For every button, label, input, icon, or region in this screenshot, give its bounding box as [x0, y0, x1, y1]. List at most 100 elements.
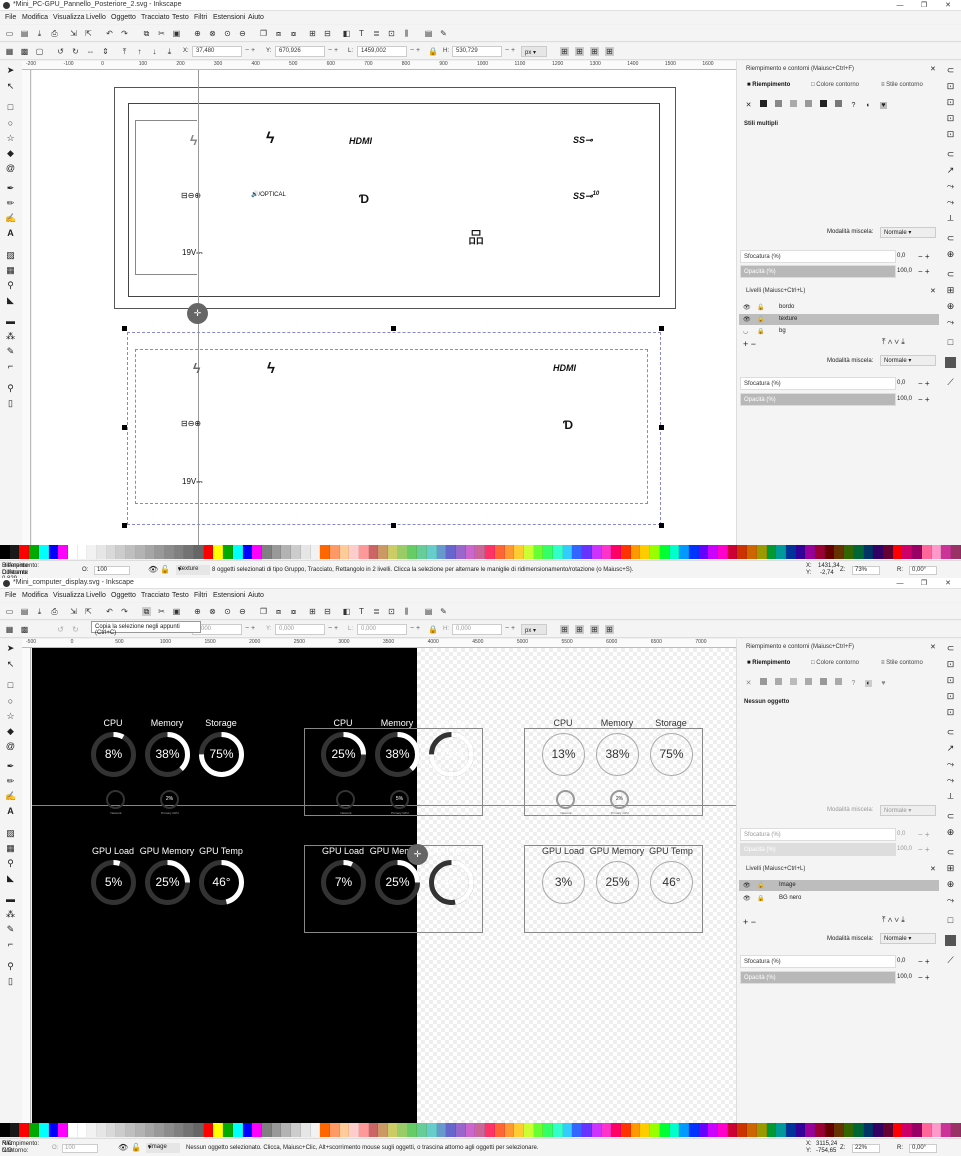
swatch-icon[interactable]	[835, 678, 842, 685]
color-swatch[interactable]	[291, 1123, 301, 1137]
close-panel-icon[interactable]: ✕	[930, 65, 936, 73]
color-swatch[interactable]	[572, 545, 583, 559]
color-swatch[interactable]	[844, 1123, 854, 1137]
snap-guides-icon[interactable]: ⟋	[945, 377, 956, 388]
open-icon[interactable]: ▤	[20, 29, 29, 38]
color-swatch[interactable]	[834, 1123, 845, 1137]
radial-gradient-icon[interactable]	[790, 100, 797, 107]
color-swatch[interactable]	[397, 1123, 408, 1137]
color-swatch[interactable]	[388, 1123, 398, 1137]
layer-order-buttons[interactable]: ⤒ ∧ ∨ ⤓	[882, 337, 905, 347]
color-swatch[interactable]	[630, 545, 641, 559]
height-field[interactable]: 0,000	[452, 624, 502, 635]
color-swatch[interactable]	[126, 545, 136, 559]
color-swatch[interactable]	[9, 1123, 20, 1137]
mini-gauge[interactable]: 5%	[390, 790, 409, 809]
color-swatch[interactable]	[737, 1123, 748, 1137]
color-swatch[interactable]	[378, 545, 389, 559]
menu-path[interactable]: Tracciato	[141, 592, 170, 599]
import-icon[interactable]: ⇲	[69, 607, 78, 616]
y-field[interactable]: 0,000	[275, 624, 325, 635]
measure-tool-icon[interactable]: ▯	[5, 398, 16, 409]
lock-proportion-icon[interactable]: 🔒	[428, 47, 438, 56]
layer-opacity-value[interactable]: 100,0	[897, 974, 912, 980]
gauge[interactable]: 46°	[647, 858, 696, 907]
color-swatch[interactable]	[621, 545, 631, 559]
gauge[interactable]: 13%	[539, 730, 588, 779]
color-swatch[interactable]	[650, 1123, 660, 1137]
selector-tool-icon[interactable]: ➤	[5, 65, 16, 76]
zoom-field[interactable]: 22%	[852, 1144, 880, 1153]
resize-handle[interactable]	[122, 425, 127, 430]
layer-opacity-stepper[interactable]: − +	[918, 973, 930, 982]
color-swatch[interactable]	[543, 545, 554, 559]
color-swatch[interactable]	[912, 1123, 922, 1137]
color-swatch[interactable]	[252, 1123, 262, 1137]
color-swatch[interactable]	[679, 545, 689, 559]
export-icon[interactable]: ⇱	[84, 607, 93, 616]
layer-row[interactable]: 👁 🔓 bordo	[739, 302, 939, 313]
color-swatch[interactable]	[795, 545, 806, 559]
layer-order-buttons[interactable]: ⤒ ∧ ∨ ⤓	[882, 915, 905, 925]
color-swatch[interactable]	[475, 1123, 486, 1137]
mesh-gradient-icon[interactable]	[805, 100, 812, 107]
snap-page-icon[interactable]: ⊞	[945, 863, 956, 874]
resize-handle[interactable]	[659, 523, 664, 528]
clone-icon[interactable]: ⧈	[274, 29, 283, 38]
color-swatch[interactable]	[223, 545, 233, 559]
color-swatch[interactable]	[446, 1123, 457, 1137]
x-field[interactable]: 37,480	[192, 46, 242, 57]
color-swatch[interactable]	[553, 1123, 563, 1137]
close-button[interactable]: ✕	[937, 0, 959, 11]
snap-cusp-icon[interactable]: ⤳	[945, 759, 956, 770]
layer-row-selected[interactable]: 👁 🔓 Image	[739, 880, 939, 891]
close-button[interactable]: ✕	[937, 578, 959, 589]
color-swatch[interactable]	[9, 545, 20, 559]
opacity-stepper[interactable]: − +	[918, 267, 930, 276]
align-icon[interactable]: ⫼	[402, 607, 411, 616]
bucket-tool-icon[interactable]: ◣	[5, 873, 16, 884]
snap-guide-icon[interactable]: ⤳	[945, 317, 956, 328]
color-swatch[interactable]	[494, 1123, 505, 1137]
transform-gradients-icon[interactable]: ⊞	[590, 47, 599, 56]
zoom-field[interactable]: 73%	[852, 566, 880, 575]
tab-stroke-style[interactable]: ≡ Stile contorno	[881, 660, 923, 666]
blur-value[interactable]: 0,0	[897, 253, 905, 259]
text-font-icon[interactable]: T	[357, 29, 366, 38]
snap-toggle-icon[interactable]: ⊂	[945, 65, 956, 76]
color-swatch[interactable]	[873, 545, 883, 559]
menu-path[interactable]: Tracciato	[141, 14, 170, 21]
color-swatch[interactable]	[562, 1123, 573, 1137]
color-swatch[interactable]	[805, 1123, 816, 1137]
color-swatch[interactable]	[776, 1123, 786, 1137]
undo-icon[interactable]: ↶	[105, 607, 114, 616]
color-swatch[interactable]	[145, 1123, 156, 1137]
color-swatch[interactable]	[485, 1123, 495, 1137]
mini-gauge[interactable]: 2%	[610, 790, 629, 809]
add-remove-layer-buttons[interactable]: + −	[743, 339, 756, 349]
color-swatch[interactable]	[97, 1123, 107, 1137]
gauge[interactable]: 47°	[427, 858, 476, 907]
gauge[interactable]: 25%	[143, 858, 192, 907]
xml-editor-icon[interactable]: ⊡	[387, 607, 396, 616]
color-swatch[interactable]	[77, 1123, 88, 1137]
opacity-stepper[interactable]: − +	[918, 845, 930, 854]
menu-layer[interactable]: Livello	[86, 14, 106, 21]
swatch-icon[interactable]	[835, 100, 842, 107]
color-swatch[interactable]	[145, 545, 156, 559]
gauge[interactable]: 38%	[373, 730, 422, 779]
color-swatch[interactable]	[223, 1123, 233, 1137]
eraser-tool-icon[interactable]: ✎	[5, 924, 16, 935]
gauge[interactable]: 25%	[319, 730, 368, 779]
add-remove-layer-buttons[interactable]: + −	[743, 917, 756, 927]
ellipse-tool-icon[interactable]: ○	[5, 118, 16, 129]
rotation-field[interactable]: 0,00°	[909, 1144, 937, 1153]
gauge[interactable]: 3%	[539, 858, 588, 907]
snap-page-icon[interactable]: ⊞	[945, 285, 956, 296]
group-icon[interactable]: ⊞	[308, 607, 317, 616]
raise-icon[interactable]: ↑	[135, 47, 144, 56]
resize-handle[interactable]	[659, 425, 664, 430]
color-swatch[interactable]	[766, 1123, 777, 1137]
duplicate-icon[interactable]: ❐	[259, 607, 268, 616]
color-swatch[interactable]	[669, 1123, 680, 1137]
